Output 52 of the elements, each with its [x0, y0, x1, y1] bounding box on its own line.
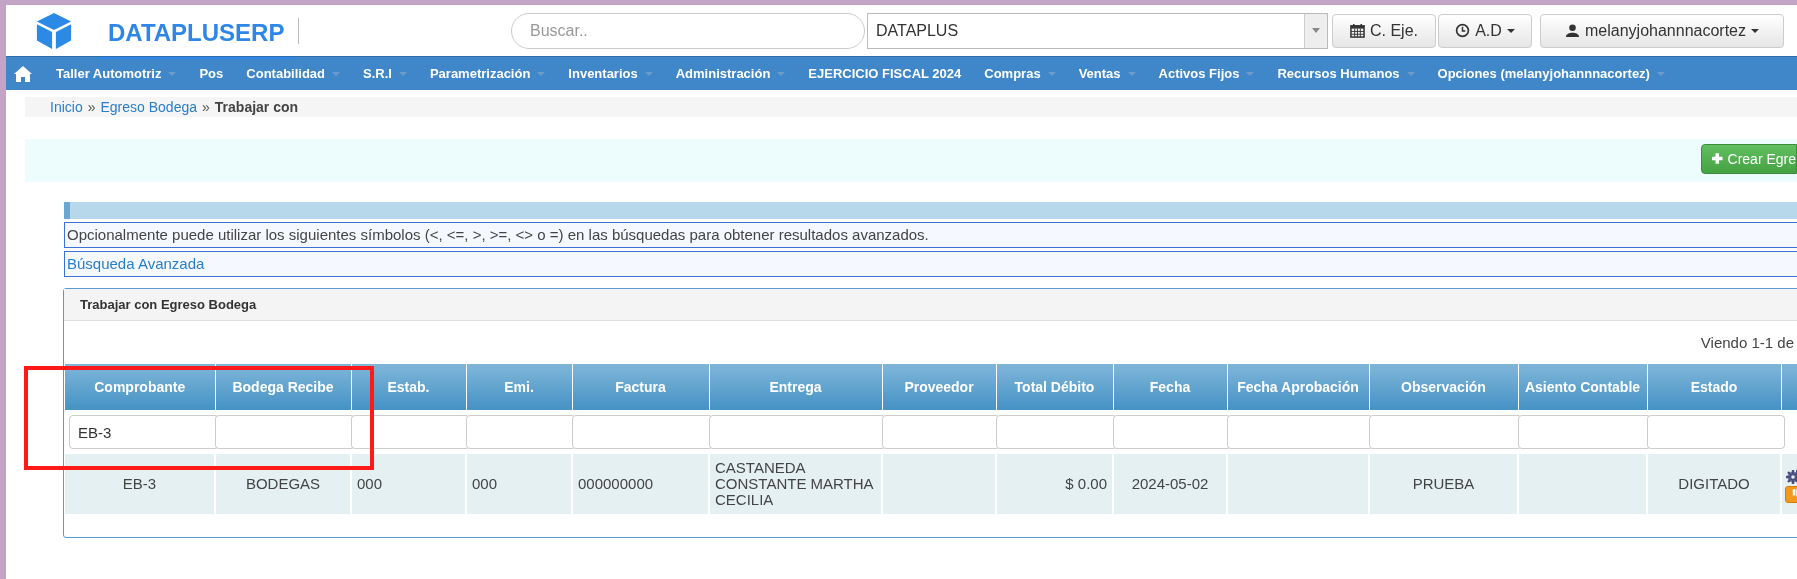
- breadcrumb-separator: »: [87, 99, 96, 115]
- column-header[interactable]: Proveedor: [882, 364, 996, 410]
- menu-item[interactable]: S.R.I: [350, 66, 417, 81]
- column-header[interactable]: Fecha: [1113, 364, 1227, 410]
- table-cell: DIGITADO: [1647, 454, 1781, 514]
- column-header[interactable]: Asiento Contable: [1518, 364, 1647, 410]
- menu-item[interactable]: Opciones (melanyjohannnacortez): [1424, 66, 1675, 81]
- hint-text: Opcionalmente puede utilizar los siguientes símbolos (<, <=, >, >=, <> o =) en las búsquedas para obtener resultados avanzados.: [64, 222, 1797, 248]
- table-cell: BODEGAS: [215, 454, 351, 514]
- menu-item[interactable]: Recursos Humanos: [1264, 66, 1425, 81]
- menu-item[interactable]: Inventarios: [555, 66, 663, 81]
- menu-item[interactable]: Activos Fijos: [1145, 66, 1265, 81]
- breadcrumb-separator: »: [202, 99, 210, 115]
- menu-item[interactable]: Taller Automotriz: [43, 66, 187, 81]
- menu-item[interactable]: Compras: [971, 66, 1066, 81]
- column-header[interactable]: Observación: [1369, 364, 1518, 410]
- menu-item[interactable]: EJERCICIO FISCAL 2024: [795, 66, 972, 81]
- company-select[interactable]: DATAPLUS: [867, 12, 1328, 49]
- table-cell: 000: [466, 454, 572, 514]
- column-header[interactable]: Factura: [572, 364, 709, 410]
- menu-item[interactable]: Contabilidad: [233, 66, 350, 81]
- header-button[interactable]: C. Eje.: [1332, 13, 1436, 48]
- create-button[interactable]: Crear Egre: [1701, 143, 1797, 174]
- column-header[interactable]: Total Débito: [996, 364, 1113, 410]
- table-cell: PRUEBA: [1369, 454, 1518, 514]
- menu-item[interactable]: Pos: [186, 66, 234, 81]
- table-cell: 000000000: [572, 454, 709, 514]
- column-header[interactable]: Emi.: [466, 364, 572, 410]
- column-header[interactable]: Bodega Recibe: [215, 364, 351, 410]
- breadcrumb-current: Trabajar con: [214, 99, 299, 115]
- menu-item[interactable]: Ventas: [1065, 66, 1146, 81]
- filter-field[interactable]: EB-3: [69, 415, 219, 449]
- panel-title: Trabajar con Egreso Bodega: [80, 297, 257, 312]
- column-header[interactable]: Fecha Aprobación: [1227, 364, 1369, 410]
- table-cell: EB-3: [65, 454, 215, 514]
- menu-item[interactable]: Parametrización: [416, 66, 556, 81]
- column-header[interactable]: Estado: [1647, 364, 1781, 410]
- table-cell: 000: [351, 454, 466, 514]
- search-field[interactable]: Buscar..: [511, 12, 865, 49]
- table-cell: $ 0.00: [996, 454, 1113, 514]
- column-header[interactable]: Entrega: [709, 364, 882, 410]
- header-button[interactable]: melanyjohannnacortez: [1540, 13, 1784, 48]
- breadcrumb-link[interactable]: Egreso Bodega: [100, 99, 197, 115]
- table-cell: CASTANEDA CONSTANTE MARTHA CECILIA: [709, 454, 882, 514]
- menu-item[interactable]: Administración: [662, 66, 796, 81]
- advanced-search-link[interactable]: Búsqueda Avanzada: [67, 255, 205, 272]
- column-header[interactable]: Estab.: [351, 364, 466, 410]
- header-button[interactable]: A.D: [1438, 13, 1532, 48]
- column-header[interactable]: Comprobante: [65, 364, 215, 410]
- breadcrumb-link[interactable]: Inicio: [50, 99, 83, 115]
- pager-text: Viendo 1-1 de: [1700, 334, 1794, 351]
- table-cell: 2024-05-02: [1113, 454, 1227, 514]
